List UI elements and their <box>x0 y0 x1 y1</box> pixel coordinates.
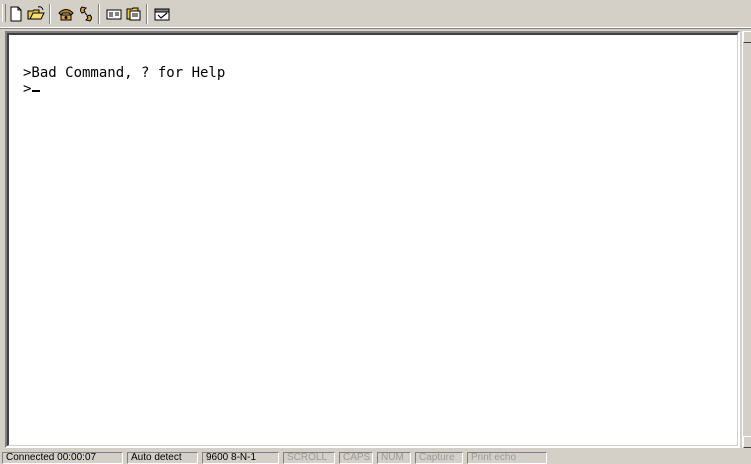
toolbar-separator <box>98 4 100 24</box>
status-bar: Connected 00:00:07 Auto detect 9600 8-N-… <box>0 451 751 464</box>
terminal-frame: >Bad Command, ? for Help > <box>5 31 740 448</box>
status-detect: Auto detect <box>127 452 198 464</box>
toolbar-separator <box>49 4 51 24</box>
status-caps: CAPS <box>339 452 373 464</box>
terminal-cursor <box>32 90 41 92</box>
receive-icon[interactable] <box>124 4 144 24</box>
disconnect-icon[interactable] <box>76 4 96 24</box>
status-connected: Connected 00:00:07 <box>2 452 123 464</box>
terminal-prompt: > <box>23 81 32 97</box>
status-settings: 9600 8-N-1 <box>202 452 279 464</box>
status-scroll: SCROLL <box>283 452 335 464</box>
toolbar-separator <box>146 4 148 24</box>
scroll-up-icon[interactable] <box>743 31 751 43</box>
scroll-down-icon[interactable] <box>743 436 751 448</box>
properties-icon[interactable] <box>152 4 172 24</box>
status-capture: Capture <box>415 452 463 464</box>
terminal-screen[interactable]: >Bad Command, ? for Help > <box>7 33 738 446</box>
terminal-line: >Bad Command, ? for Help <box>23 65 226 81</box>
status-print-echo: Print echo <box>467 452 547 464</box>
new-icon[interactable] <box>6 4 26 24</box>
open-icon[interactable] <box>26 4 46 24</box>
connect-icon[interactable] <box>56 4 76 24</box>
toolbar <box>0 0 751 29</box>
send-icon[interactable] <box>104 4 124 24</box>
vertical-scrollbar[interactable] <box>742 31 751 448</box>
status-num: NUM <box>377 452 411 464</box>
terminal-output: >Bad Command, ? for Help > <box>23 65 225 97</box>
